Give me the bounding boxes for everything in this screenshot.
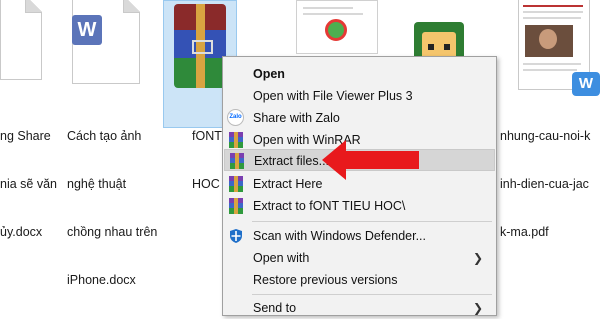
winrar-icon [228,132,244,148]
menu-item-send-to[interactable]: Send to ❯ [224,297,495,319]
menu-item-open-with-winrar[interactable]: Open with WinRAR [224,129,495,151]
chevron-right-icon: ❯ [472,251,483,265]
page-fold-icon [123,0,140,13]
menu-item-open-with[interactable]: Open with ❯ [224,247,495,269]
winrar-icon [228,198,244,214]
menu-item-share-with-zalo[interactable]: Zalo Share with Zalo [224,107,495,129]
file-icon-word-docx[interactable]: W [72,0,140,84]
logo-thumbnail-icon [325,19,347,41]
menu-separator [252,221,492,222]
file-icon-docx-partial[interactable] [0,0,42,80]
file-label-word-docx[interactable]: Cách tạo ảnh nghệ thuật chồng nhau trên … [67,96,157,304]
pdf-photo-thumbnail [525,25,573,57]
chevron-right-icon: ❯ [472,301,483,315]
menu-item-open-with-file-viewer[interactable]: Open with File Viewer Plus 3 [224,85,495,107]
page-fold-icon [25,0,42,13]
menu-item-restore-previous-versions[interactable]: Restore previous versions [224,269,495,291]
menu-item-scan-with-defender[interactable]: Scan with Windows Defender... [224,225,495,247]
winrar-icon [228,176,244,192]
windows-defender-icon [228,228,244,244]
file-label-pdf[interactable]: nhung-cau-noi-k inh-dien-cua-jac k-ma.pd… [500,96,590,256]
menu-item-extract-here[interactable]: Extract Here [224,173,495,195]
file-label-rar[interactable]: fONT HOC [192,96,222,208]
winrar-archive-icon [174,4,226,88]
menu-separator [252,294,492,295]
menu-item-open[interactable]: Open [224,63,495,85]
file-label-partial-docx[interactable]: ng Share nia sẽ văn ủy.docx [0,96,57,256]
document-thumbnail[interactable] [296,0,378,54]
menu-item-extract-files[interactable]: Extract files... [224,149,495,171]
zalo-icon: Zalo [227,109,244,126]
menu-item-extract-to-folder[interactable]: Extract to fONT TIEU HOC\ [224,195,495,217]
context-menu: Open Open with File Viewer Plus 3 Zalo S… [222,56,497,316]
word-icon: W [72,15,102,45]
pdf-icon: W [572,72,600,96]
winrar-icon [229,153,245,169]
